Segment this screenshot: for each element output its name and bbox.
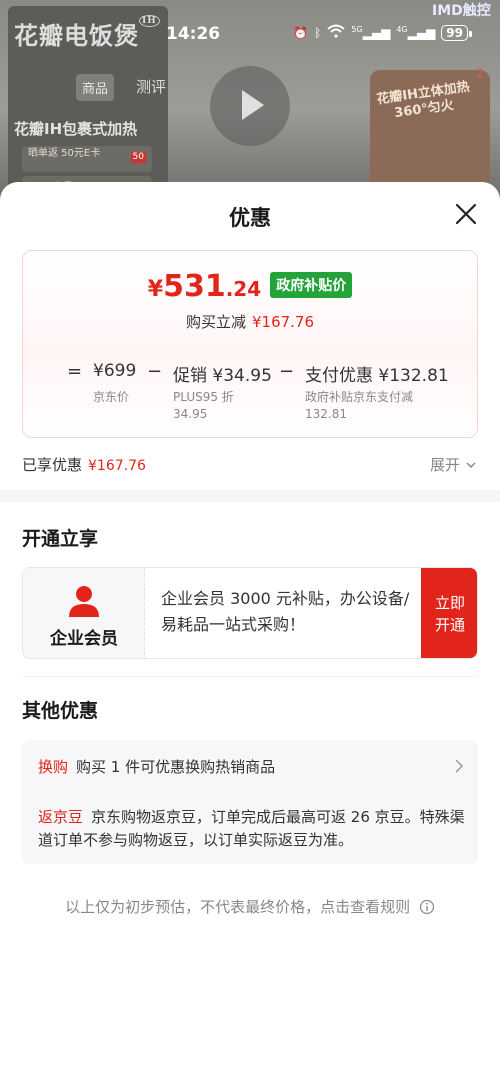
instant-discount: 购买立减 ¥167.76	[23, 311, 477, 332]
tab-goods: 商品	[76, 74, 115, 101]
enterprise-member-card[interactable]: 企业会员 企业会员 3000 元补贴，办公设备/易耗品一站式采购！ 立即开通	[22, 567, 478, 659]
other-offers-card: 换购 购买 1 件可优惠换购热销商品 返京豆 京东购物返京豆，订单完成后最高可返 2…	[22, 740, 478, 864]
price-formula: = ¥699 京东价 − 促销 ¥34.95 PLUS95 折 34.95 − …	[23, 347, 477, 437]
trade-in-offer[interactable]: 换购 购买 1 件可优惠换购热销商品	[38, 756, 468, 777]
close-button[interactable]	[452, 200, 480, 228]
chevron-down-icon	[466, 462, 476, 469]
price-integer: 531	[163, 269, 226, 304]
info-icon	[419, 899, 434, 915]
close-icon	[455, 203, 477, 225]
jingdou-offer: 返京豆 京东购物返京豆，订单完成后最高可返 26 京豆。特殊渠道订单不参与购物返豆…	[38, 806, 468, 852]
open-now-button[interactable]: 立即开通	[421, 568, 477, 658]
promo-discount-detail: PLUS95 折 34.95	[173, 389, 234, 423]
expand-button[interactable]: 展开	[430, 454, 477, 475]
promo-discount: 促销 ¥34.95	[173, 366, 272, 386]
chevron-right-icon	[455, 759, 464, 773]
heating-caption: 花瓣IH包裹式加热	[14, 120, 138, 138]
e-card-text: 晒单返 50元E卡	[28, 148, 101, 159]
imd-caption: IMD触控	[432, 3, 491, 19]
feature-badge: 2	[476, 66, 484, 80]
bluetooth-icon: ᛒ	[314, 25, 322, 40]
instant-discount-value: ¥167.76	[251, 313, 315, 331]
enjoyed-discount: 已享优惠 ¥167.76	[22, 454, 146, 475]
open-section-title: 开通立享	[22, 528, 99, 550]
offer-text: 京东购物返京豆，订单完成后最高可返 26 京豆。特殊渠道订单不参与购物返豆，以订…	[38, 808, 465, 849]
other-offers-title: 其他优惠	[22, 700, 99, 722]
enterprise-member-badge: 企业会员	[23, 568, 145, 658]
payment-discount: 支付优惠 ¥132.81	[305, 366, 449, 386]
offer-tag: 换购	[38, 758, 69, 776]
gov-subsidy-tag: 政府补贴价	[270, 272, 353, 298]
video-play-icon	[210, 66, 290, 146]
e-card-promo: 晒单返 50元E卡 50	[22, 146, 152, 172]
enterprise-member-description: 企业会员 3000 元补贴，办公设备/易耗品一站式采购！	[161, 589, 410, 634]
battery-icon: 99	[441, 24, 472, 41]
payment-discount-amount: 132.81	[305, 407, 347, 421]
payment-discount-label: 政府补贴京东支付减	[305, 390, 414, 404]
discount-sheet: 优惠 ¥531.24 政府补贴价 购买立减 ¥167.76 = ¥699 京东价 …	[0, 182, 500, 1085]
price-header: ¥531.24 政府补贴价 购买立减 ¥167.76	[23, 251, 477, 347]
user-icon	[69, 586, 99, 617]
currency-symbol: ¥	[147, 277, 164, 302]
base-price: ¥699	[93, 361, 137, 381]
price-decimal: .24	[225, 277, 262, 301]
e-card-number: 50	[130, 152, 146, 163]
promo-discount-label: PLUS95 折	[173, 390, 234, 404]
footer-note-text: 以上仅为初步预估，不代表最终价格，点击查看规则	[65, 898, 411, 916]
signal-5g-icon: 5G▂▄▆	[351, 25, 391, 40]
wifi-icon	[327, 24, 345, 41]
payment-discount-detail: 政府补贴京东支付减 132.81	[305, 389, 413, 423]
equals-sign: =	[67, 361, 83, 382]
minus-sign: −	[147, 361, 163, 382]
signal-4g-label: 4G	[396, 25, 408, 34]
status-icons: ⏰ ᛒ 5G▂▄▆ 4G▂▄▆ 99	[293, 24, 472, 41]
signal-5g-label: 5G	[351, 25, 363, 34]
instant-discount-label: 购买立减	[185, 313, 246, 331]
enterprise-member-label: 企业会员	[50, 629, 118, 649]
minus-sign: −	[279, 361, 295, 382]
alarm-icon: ⏰	[293, 25, 309, 40]
section-divider	[0, 490, 500, 502]
divider	[22, 676, 478, 677]
promo-discount-amount: 34.95	[173, 407, 208, 421]
clock: 14:26	[166, 24, 221, 44]
enjoyed-discount-label: 已享优惠	[22, 456, 83, 474]
final-price: ¥531.24 政府补贴价	[23, 269, 477, 304]
offer-text: 购买 1 件可优惠换购热销商品	[76, 758, 276, 776]
status-bar: 14:26 ⏰ ᛒ 5G▂▄▆ 4G▂▄▆ 99	[0, 18, 500, 48]
expand-label: 展开	[430, 456, 461, 474]
signal-4g-icon: 4G▂▄▆	[396, 25, 436, 40]
tab-review: 测评	[136, 78, 167, 96]
offer-tag: 返京豆	[38, 808, 84, 826]
sheet-title: 优惠	[229, 206, 271, 230]
base-price-label: 京东价	[93, 390, 130, 404]
rules-link[interactable]: 以上仅为初步预估，不代表最终价格，点击查看规则	[0, 896, 500, 917]
open-now-label: 立即开通	[434, 594, 465, 634]
enjoyed-discount-value: ¥167.76	[88, 458, 146, 474]
price-breakdown-card: ¥531.24 政府补贴价 购买立减 ¥167.76 = ¥699 京东价 − 促…	[22, 250, 478, 438]
